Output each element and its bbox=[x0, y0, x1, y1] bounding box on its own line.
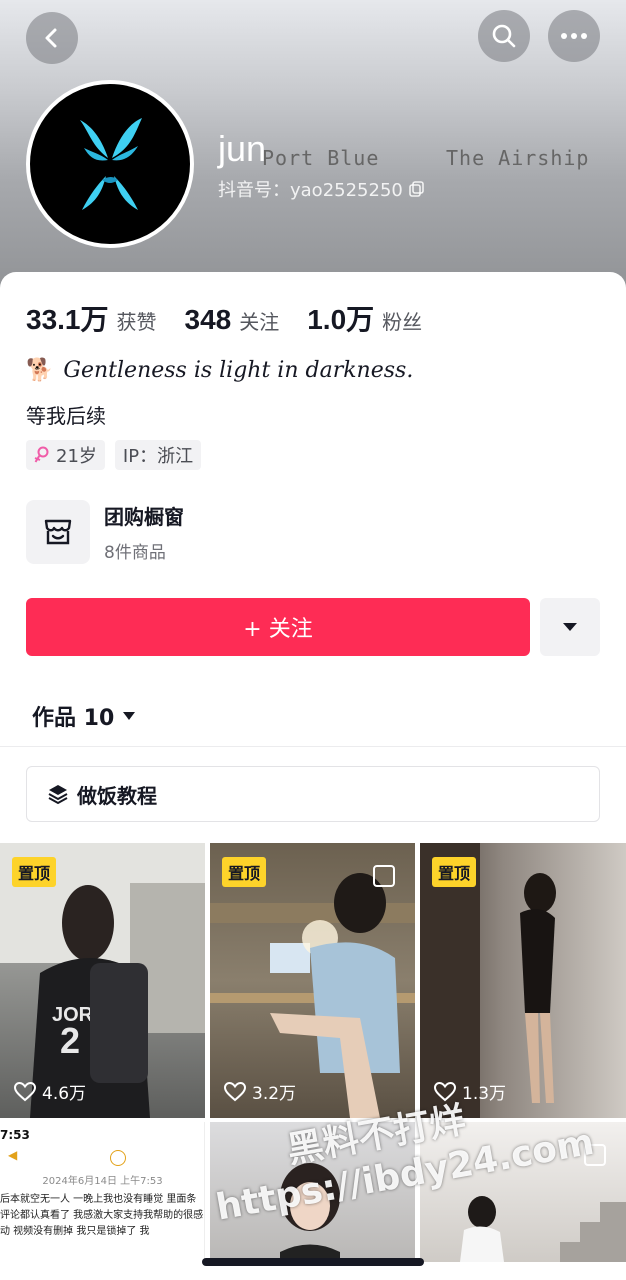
dog-emoji-icon: 🐕 bbox=[26, 358, 54, 383]
douyin-id-text: 抖音号：yao2525250 bbox=[218, 180, 403, 201]
female-icon bbox=[34, 446, 49, 463]
banner-text: Port Blue bbox=[262, 146, 380, 170]
banner-text: The Airship bbox=[446, 146, 590, 170]
heart-icon bbox=[14, 1081, 36, 1101]
pinned-badge: 置顶 bbox=[12, 857, 57, 887]
multi-image-icon bbox=[373, 865, 395, 887]
douyin-id: 抖音号：yao2525250 bbox=[218, 176, 425, 202]
chevron-left-icon bbox=[45, 28, 57, 48]
butterfly-avatar-image bbox=[80, 118, 142, 210]
tab-works-label: 作品 10 bbox=[32, 706, 115, 731]
ip-tag: IP：浙江 bbox=[114, 440, 202, 470]
caret-down-icon bbox=[123, 712, 136, 720]
search-button[interactable] bbox=[478, 10, 530, 62]
ip-text: IP：浙江 bbox=[122, 446, 194, 467]
divider bbox=[0, 746, 626, 747]
stat-likes[interactable]: 33.1万 获赞 bbox=[26, 298, 157, 338]
more-button[interactable] bbox=[548, 10, 600, 62]
layers-icon bbox=[48, 785, 68, 805]
stat-label: 获赞 bbox=[116, 310, 157, 334]
age-text: 21岁 bbox=[56, 446, 97, 467]
heart-icon bbox=[224, 1081, 246, 1101]
notes-back-icon: ◀ bbox=[8, 1148, 18, 1162]
note-date: 2024年6月14日 上午7:53 bbox=[42, 1176, 163, 1187]
follow-button[interactable]: + 关注 bbox=[26, 598, 530, 656]
shop-icon-box bbox=[26, 500, 90, 564]
back-button[interactable] bbox=[26, 12, 78, 64]
shop-subtitle: 8件商品 bbox=[104, 543, 166, 563]
follow-dropdown-button[interactable] bbox=[540, 598, 600, 656]
collection-label: 做饭教程 bbox=[77, 783, 157, 808]
video-thumbnail[interactable]: 置顶 1.3万 bbox=[420, 843, 626, 1118]
note-text: 后本就空无一人 一晚上我也没有睡觉 里面条评论都认真看了 我感激大家支持我帮助的… bbox=[0, 1194, 204, 1237]
age-tag: 21岁 bbox=[26, 440, 105, 470]
shop-text: 团购橱窗 8件商品 bbox=[104, 501, 184, 563]
video-thumbnail[interactable]: JORA 2 置顶 4.6万 bbox=[0, 843, 205, 1118]
tab-works[interactable]: 作品 10 bbox=[32, 700, 136, 732]
home-indicator[interactable] bbox=[202, 1258, 424, 1266]
nickname: jun bbox=[218, 128, 267, 169]
copy-icon[interactable] bbox=[409, 181, 425, 197]
profile-tags: 21岁 IP：浙江 bbox=[26, 440, 202, 470]
stat-number: 33.1万 bbox=[26, 304, 109, 335]
collection-button[interactable]: 做饭教程 bbox=[26, 766, 600, 822]
video-thumbnail[interactable]: 7:53 ◀ 2024年6月14日 上午7:53 后本就空无一人 一晚上我也没有… bbox=[0, 1122, 205, 1262]
heart-icon bbox=[434, 1081, 456, 1101]
shop-window-entry[interactable]: 团购橱窗 8件商品 bbox=[26, 500, 184, 564]
like-count-text: 4.6万 bbox=[42, 1084, 87, 1104]
ellipsis-icon bbox=[561, 33, 587, 39]
pinned-badge: 置顶 bbox=[432, 857, 477, 887]
stat-label: 关注 bbox=[239, 310, 280, 334]
like-count: 3.2万 bbox=[224, 1079, 296, 1104]
bio-text: Gentleness is light in darkness. bbox=[63, 358, 414, 383]
stats-row: 33.1万 获赞 348 关注 1.0万 粉丝 bbox=[26, 298, 450, 338]
caret-down-icon bbox=[563, 623, 577, 631]
stat-followers[interactable]: 1.0万 粉丝 bbox=[307, 298, 422, 338]
shop-title: 团购橱窗 bbox=[104, 505, 184, 529]
storefront-icon bbox=[44, 519, 72, 545]
stat-number: 348 bbox=[184, 304, 232, 335]
undo-icon bbox=[110, 1150, 126, 1166]
search-icon bbox=[492, 24, 516, 48]
avatar[interactable] bbox=[26, 80, 194, 248]
bio-line: 🐕 Gentleness is light in darkness. bbox=[26, 358, 413, 383]
like-count: 4.6万 bbox=[14, 1079, 86, 1104]
bio-line: 等我后续 bbox=[26, 404, 106, 428]
stat-label: 粉丝 bbox=[382, 310, 423, 334]
status-time: 7:53 bbox=[0, 1128, 30, 1142]
pinned-badge: 置顶 bbox=[222, 857, 267, 887]
stat-number: 1.0万 bbox=[307, 304, 375, 335]
stat-following[interactable]: 348 关注 bbox=[185, 304, 280, 336]
svg-text:2: 2 bbox=[60, 1020, 80, 1061]
like-count-text: 3.2万 bbox=[252, 1084, 297, 1104]
video-thumbnail[interactable]: 置顶 3.2万 bbox=[210, 843, 415, 1118]
